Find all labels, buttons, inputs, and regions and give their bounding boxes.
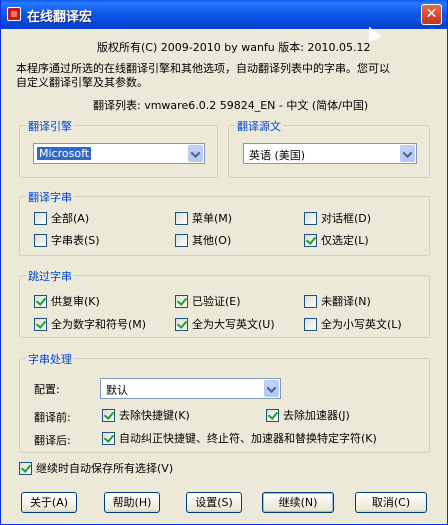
translate-strings-legend: 翻译字串 [26,189,74,205]
title-bar[interactable]: 在线翻译宏 ✕ [1,0,447,29]
skip-strings-legend: 跳过字串 [26,268,74,284]
processing-legend: 字串处理 [26,351,74,367]
checkbox-box[interactable] [266,409,279,422]
checkbox-box[interactable] [102,432,115,445]
window-title: 在线翻译宏 [27,10,93,25]
app-icon [7,7,21,21]
config-select[interactable]: 默认 [100,378,281,399]
engine-select[interactable]: Microsoft [33,143,205,164]
dialog-window: 在线翻译宏 ✕ 版权所有(C) 2009-2010 by wanfu 版本: 2… [0,0,448,525]
source-group: 翻译源文 英语 (美国) [228,118,430,178]
checkbox-box[interactable] [34,234,47,247]
chevron-down-icon[interactable] [264,380,279,397]
after-translate-label: 翻译后: [34,434,71,447]
checkbox-box[interactable] [175,318,188,331]
checkbox-box[interactable] [175,212,188,225]
source-value: 英语 (美国) [249,149,306,162]
before-translate-label: 翻译前: [34,411,71,424]
help-button[interactable]: 帮助(H) [104,492,160,513]
config-value: 默认 [106,384,128,397]
checkbox-box[interactable] [304,212,317,225]
close-button[interactable]: ✕ [421,4,442,25]
cancel-button[interactable]: 取消(C) [355,492,427,513]
checkbox-box[interactable] [304,234,317,247]
checkbox-box[interactable] [34,295,47,308]
checkbox-box[interactable] [304,318,317,331]
continue-button[interactable]: 继续(N) [262,492,334,513]
checkbox-box[interactable] [175,295,188,308]
engine-value: Microsoft [35,146,93,161]
source-legend: 翻译源文 [235,118,283,134]
engine-legend: 翻译引擎 [26,118,74,134]
translate-strings-group: 翻译字串 全部(A) 菜单(M) 对话框(D) 字串表(S) 其他(O) 仅选定… [19,189,430,256]
checkbox-box[interactable] [34,318,47,331]
about-button[interactable]: 关于(A) [21,492,77,513]
source-select[interactable]: 英语 (美国) [243,143,417,164]
copyright-text: 版权所有(C) 2009-2010 by wanfu 版本: 2010.05.1… [97,41,371,54]
processing-group: 字串处理 配置: 默认 翻译前: 去除快捷键(K) 去除加速器(J) 翻译后: … [19,351,430,453]
checkbox-box[interactable] [175,234,188,247]
chevron-down-icon[interactable] [188,145,203,162]
config-label: 配置: [34,383,60,396]
checkbox-box[interactable] [102,409,115,422]
checkbox-box[interactable] [304,295,317,308]
checkbox-box[interactable] [34,212,47,225]
description-line-2: 自定义翻译引擎及其参数。 [16,76,148,89]
engine-group: 翻译引擎 Microsoft [19,118,218,178]
skip-strings-group: 跳过字串 供复审(K) 已验证(E) 未翻译(N) 全为数字和符号(M) 全为大… [19,268,430,338]
settings-button[interactable]: 设置(S) [186,492,242,513]
translation-list-text: 翻译列表: vmware6.0.2 59824_EN - 中文 (简体/中国) [93,99,369,112]
checkbox-box[interactable] [19,462,32,475]
chevron-down-icon[interactable] [400,145,415,162]
